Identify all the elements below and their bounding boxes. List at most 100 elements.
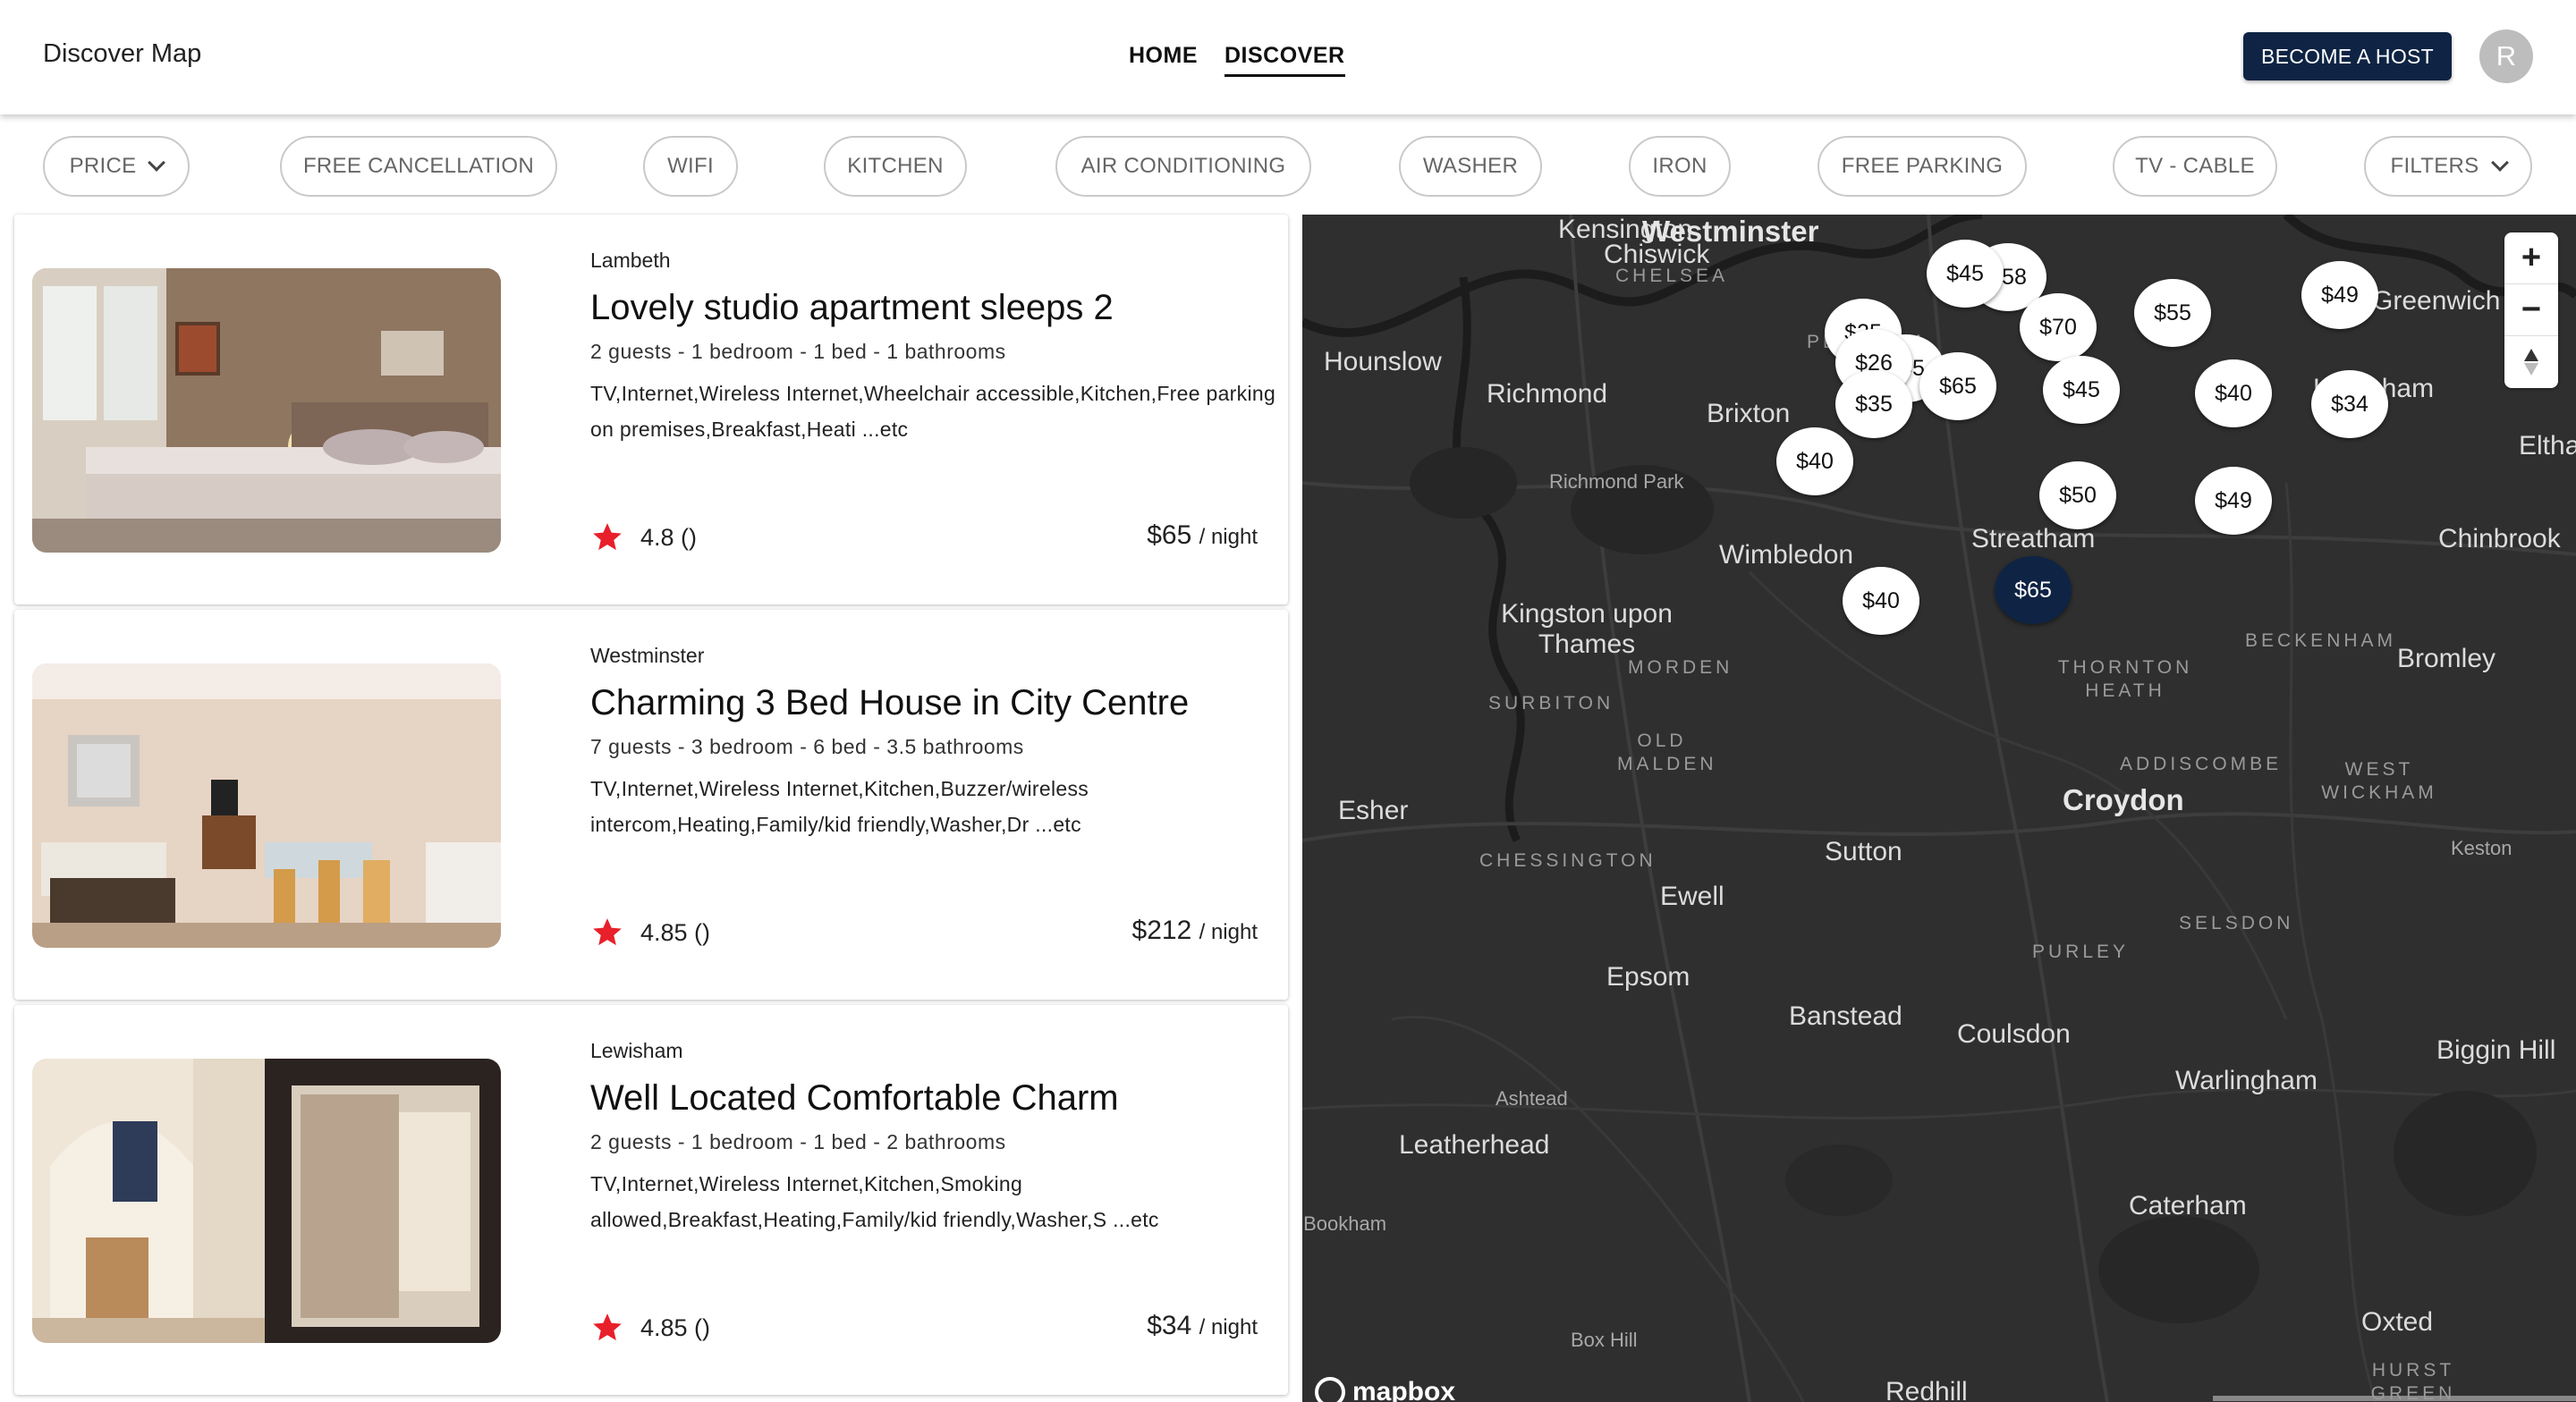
map-label: Epsom [1606, 962, 1690, 992]
filter-chip-free-cancellation[interactable]: FREE CANCELLATION [280, 136, 557, 197]
map-label: Greenwich [2372, 286, 2501, 316]
map-label: Esher [1338, 796, 1409, 825]
map-price-pin[interactable]: $49 [2195, 467, 2272, 535]
star-icon [593, 1313, 622, 1341]
avatar[interactable]: R [2479, 30, 2533, 83]
price-amount: $65 [1147, 520, 1192, 550]
star-icon [593, 523, 622, 551]
listing-rating: 4.85 () [590, 916, 710, 950]
listing-title[interactable]: Lovely studio apartment sleeps 2 [590, 288, 1114, 328]
compass-button[interactable] [2504, 336, 2558, 388]
listing-rating: 4.85 () [590, 1311, 710, 1345]
filter-chip-label: FREE PARKING [1841, 154, 2004, 178]
map-label: MORDEN [1628, 657, 1733, 678]
map-price-pin[interactable]: $50 [2039, 461, 2116, 529]
listing-location: Lambeth [590, 249, 671, 272]
mapbox-label: mapbox [1352, 1377, 1456, 1402]
map-label: CHESSINGTON [1479, 850, 1657, 871]
listing-photo[interactable] [32, 1059, 501, 1343]
filter-chip-label: TV - CABLE [2135, 154, 2255, 178]
map-price-pin[interactable]: $35 [1835, 370, 1912, 438]
filter-chip-price[interactable]: PRICE [43, 136, 190, 197]
map-price-pin[interactable]: $40 [1776, 427, 1853, 495]
zoom-out-button[interactable]: − [2504, 284, 2558, 336]
map-label: HURST GREEN [2370, 1360, 2456, 1402]
filter-bar: PRICE FREE CANCELLATION WIFI KITCHEN AIR… [0, 114, 2576, 215]
filter-chip-label: FILTERS [2390, 154, 2479, 178]
listing-photo[interactable] [32, 268, 501, 553]
map-label: Sutton [1825, 837, 1902, 866]
filter-chip-tv-cable[interactable]: TV - CABLE [2113, 136, 2277, 197]
zoom-in-button[interactable]: + [2504, 232, 2558, 284]
map-price-pin[interactable]: $70 [2020, 293, 2097, 361]
listing-card[interactable]: Lambeth Lovely studio apartment sleeps 2… [14, 215, 1288, 604]
filter-chip-air-conditioning[interactable]: AIR CONDITIONING [1055, 136, 1311, 197]
map-label: Wimbledon [1719, 540, 1854, 570]
map-price-pin[interactable]: $49 [2301, 261, 2378, 329]
map-price-pin-selected[interactable]: $65 [1995, 556, 2072, 624]
listing-card[interactable]: Lewisham Well Located Comfortable Charm … [14, 1005, 1288, 1395]
mapbox-logo-icon [1315, 1377, 1345, 1402]
map-label: Richmond Park [1549, 470, 1684, 493]
map-label: SURBITON [1488, 693, 1614, 714]
map-label: Caterham [2129, 1191, 2247, 1220]
listings-panel: Lambeth Lovely studio apartment sleeps 2… [0, 215, 1302, 1402]
top-app-bar: Discover Map HOME DISCOVER BECOME A HOST… [0, 0, 2576, 114]
listing-rating: 4.8 () [590, 520, 697, 554]
listing-title[interactable]: Well Located Comfortable Charm [590, 1078, 1119, 1119]
listing-location: Lewisham [590, 1039, 683, 1062]
map-price-pin[interactable]: $40 [2195, 359, 2272, 427]
map-label: Chinbrook [2438, 524, 2561, 553]
map-label: Biggin Hill [2436, 1035, 2556, 1065]
listing-title[interactable]: Charming 3 Bed House in City Centre [590, 683, 1189, 723]
rating-value: 4.85 () [640, 918, 711, 946]
map-price-pin[interactable]: $40 [1843, 567, 1919, 635]
map-label: WEST WICKHAM [2321, 759, 2437, 803]
map-label: BECKENHAM [2245, 630, 2397, 651]
map-label: PURLEY [2032, 942, 2130, 962]
map-label: Brixton [1707, 399, 1791, 428]
map-label: Leatherhead [1399, 1130, 1550, 1160]
brand-title[interactable]: Discover Map [43, 39, 201, 69]
filter-chip-filters[interactable]: FILTERS [2364, 136, 2532, 197]
map-label: Croydon [2063, 783, 2184, 816]
map-label: Warlingham [2175, 1066, 2318, 1095]
map-price-pin[interactable]: $34 [2311, 370, 2388, 438]
filter-chip-wifi[interactable]: WIFI [643, 136, 738, 197]
filter-chip-free-parking[interactable]: FREE PARKING [1818, 136, 2027, 197]
map-label: Hounslow [1324, 347, 1442, 376]
map-label: Ashtead [1496, 1087, 1568, 1110]
map-label: Keston [2451, 837, 2512, 859]
map-price-pin[interactable]: $45 [1927, 240, 2004, 308]
map-price-pin[interactable]: $55 [2134, 279, 2211, 347]
map-label: Redhill [1885, 1377, 1968, 1402]
filter-chip-iron[interactable]: IRON [1629, 136, 1731, 197]
filter-chip-washer[interactable]: WASHER [1399, 136, 1542, 197]
map-label: Coulsdon [1957, 1019, 2071, 1049]
nav-home-link[interactable]: HOME [1129, 43, 1198, 77]
listing-amenities: TV,Internet,Wireless Internet,Kitchen,Bu… [590, 777, 1089, 836]
listing-amenities: TV,Internet,Wireless Internet,Kitchen,Sm… [590, 1172, 1159, 1231]
filter-chip-label: WASHER [1422, 154, 1519, 178]
chevron-down-icon [2490, 154, 2509, 172]
map-label: Eltham [2519, 431, 2576, 460]
listing-meta: 2 guests - 1 bedroom - 1 bed - 2 bathroo… [590, 1130, 1006, 1153]
price-unit: / night [1199, 525, 1258, 549]
filter-chip-kitchen[interactable]: KITCHEN [824, 136, 967, 197]
filter-chip-label: AIR CONDITIONING [1080, 154, 1286, 178]
listing-amenities: TV,Internet,Wireless Internet,Wheelchair… [590, 382, 1276, 441]
nav-discover-link[interactable]: DISCOVER [1224, 43, 1345, 77]
mapbox-attribution[interactable]: mapbox [1315, 1377, 1455, 1402]
filter-chip-label: IRON [1652, 154, 1707, 178]
map-label: CHELSEA [1615, 266, 1729, 286]
map-label: Bromley [2397, 644, 2496, 673]
filter-chip-label: FREE CANCELLATION [302, 154, 535, 178]
listing-photo[interactable] [32, 663, 501, 948]
become-host-button[interactable]: BECOME A HOST [2243, 32, 2452, 80]
main-nav: HOME DISCOVER [1129, 43, 1345, 77]
map-price-pin[interactable]: $65 [1919, 352, 1996, 420]
map-view[interactable]: Kensington Westminster Chiswick CHELSEA … [1302, 215, 2576, 1402]
listing-card[interactable]: Westminster Charming 3 Bed House in City… [14, 610, 1288, 1000]
filter-chip-label: KITCHEN [847, 154, 944, 178]
map-price-pin[interactable]: $45 [2043, 356, 2120, 424]
